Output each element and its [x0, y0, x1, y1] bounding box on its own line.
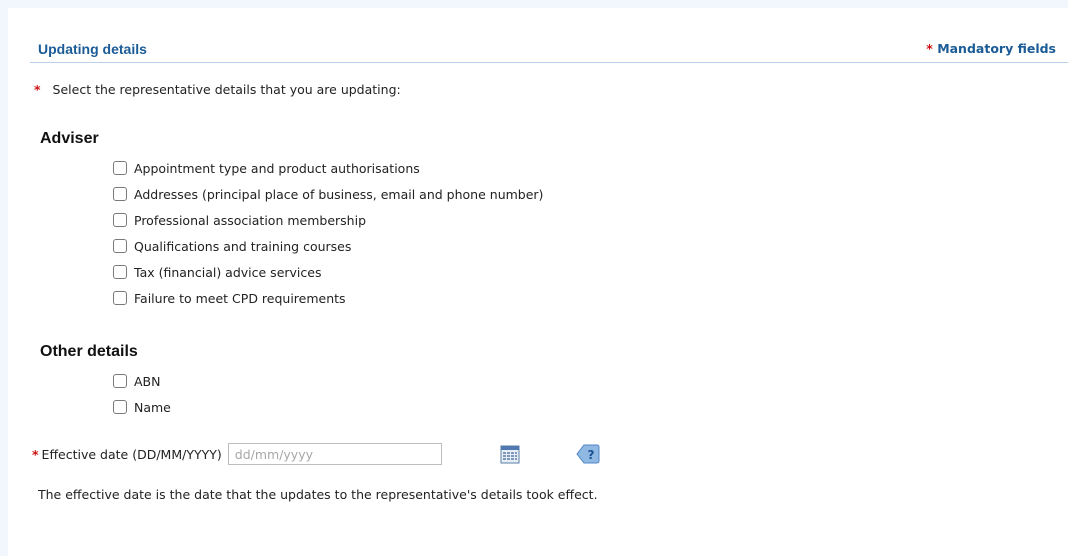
left-background-strip [0, 0, 8, 556]
option-label: Failure to meet CPD requirements [134, 290, 346, 306]
calendar-icon[interactable] [500, 444, 520, 464]
checkbox[interactable] [113, 291, 127, 305]
mandatory-star: * [926, 41, 933, 56]
option-label: Tax (financial) advice services [134, 264, 322, 280]
effective-date-row: * Effective date (DD/MM/YYYY) [32, 442, 442, 466]
section-title: Updating details [38, 41, 147, 57]
checkbox[interactable] [113, 400, 127, 414]
top-background-strip [0, 0, 1068, 8]
effective-date-label: Effective date (DD/MM/YYYY) [41, 446, 222, 462]
instruction-text: Select the representative details that y… [52, 82, 401, 97]
checkbox[interactable] [113, 265, 127, 279]
option-professional-association[interactable]: Professional association membership [111, 211, 366, 229]
checkbox[interactable] [113, 161, 127, 175]
checkbox[interactable] [113, 213, 127, 227]
option-addresses[interactable]: Addresses (principal place of business, … [111, 185, 543, 203]
checkbox[interactable] [113, 239, 127, 253]
option-appointment-type[interactable]: Appointment type and product authorisati… [111, 159, 420, 177]
option-cpd-requirements[interactable]: Failure to meet CPD requirements [111, 289, 346, 307]
option-label: Name [134, 399, 171, 415]
option-label: Professional association membership [134, 212, 367, 228]
adviser-heading: Adviser [40, 130, 99, 147]
option-label: Addresses (principal place of business, … [134, 186, 544, 202]
svg-text:?: ? [588, 448, 595, 462]
mandatory-fields-note: * Mandatory fields [926, 41, 1056, 56]
mandatory-fields-label: Mandatory fields [937, 41, 1056, 56]
option-name[interactable]: Name [111, 398, 171, 416]
help-icon[interactable]: ? [576, 443, 600, 465]
required-star: * [34, 82, 41, 97]
option-label: Appointment type and product authorisati… [134, 160, 420, 176]
option-tax-advice[interactable]: Tax (financial) advice services [111, 263, 321, 281]
option-qualifications[interactable]: Qualifications and training courses [111, 237, 351, 255]
option-label: ABN [134, 373, 161, 389]
section-header: Updating details * Mandatory fields [30, 32, 1068, 63]
effective-date-input[interactable] [227, 443, 442, 465]
option-label: Qualifications and training courses [134, 238, 352, 254]
checkbox[interactable] [113, 374, 127, 388]
effective-date-note: The effective date is the date that the … [38, 487, 598, 502]
required-star: * [32, 446, 39, 462]
option-abn[interactable]: ABN [111, 372, 160, 390]
select-instruction: * Select the representative details that… [34, 82, 401, 97]
checkbox[interactable] [113, 187, 127, 201]
other-details-heading: Other details [40, 343, 138, 360]
